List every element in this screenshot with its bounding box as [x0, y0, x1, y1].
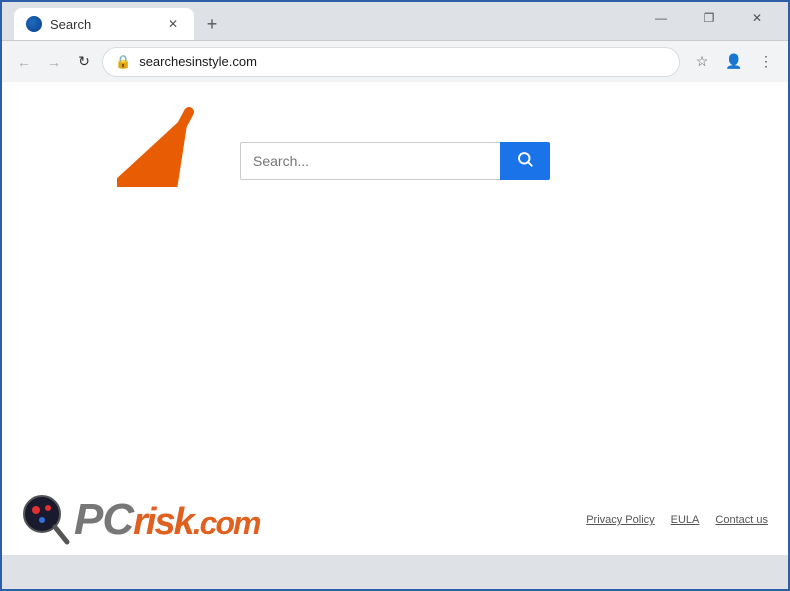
watermark-logo: PC risk .com	[22, 494, 259, 546]
bookmark-button[interactable]: ☆	[688, 48, 716, 76]
nav-buttons: ← → ↻	[10, 48, 98, 76]
footer-links: Privacy Policy EULA Contact us	[586, 514, 768, 526]
browser-content: PC risk .com Privacy Policy EULA Contact…	[2, 82, 788, 555]
search-input[interactable]	[240, 142, 500, 180]
browser-tab[interactable]: Search ✕	[14, 8, 194, 40]
address-input[interactable]	[139, 54, 667, 69]
minimize-button[interactable]: —	[638, 2, 684, 34]
menu-button[interactable]: ⋮	[752, 48, 780, 76]
tab-close-button[interactable]: ✕	[164, 15, 182, 33]
search-button[interactable]	[500, 142, 550, 180]
logo-dotcom-text: .com	[193, 505, 260, 542]
titlebar: Search ✕ + — ❐ ✕	[2, 2, 788, 40]
pcrisk-icon	[22, 494, 70, 546]
search-icon	[516, 150, 534, 173]
address-bar-icons: ☆ 👤 ⋮	[688, 48, 780, 76]
tab-favicon	[26, 16, 42, 32]
logo-risk-text: risk	[133, 501, 193, 544]
privacy-policy-link[interactable]: Privacy Policy	[586, 514, 654, 526]
search-container	[240, 142, 550, 180]
arrow-svg	[117, 97, 207, 187]
logo-pc-text: PC	[74, 495, 133, 545]
window-controls: — ❐ ✕	[638, 2, 780, 40]
close-button[interactable]: ✕	[734, 2, 780, 34]
address-bar: ← → ↻ 🔒 ☆ 👤 ⋮	[2, 40, 788, 82]
eula-link[interactable]: EULA	[671, 514, 700, 526]
lock-icon: 🔒	[115, 54, 131, 70]
profile-button[interactable]: 👤	[720, 48, 748, 76]
reload-button[interactable]: ↻	[70, 48, 98, 76]
forward-button[interactable]: →	[40, 48, 68, 76]
new-tab-button[interactable]: +	[198, 10, 226, 38]
tab-label: Search	[50, 17, 156, 32]
address-input-wrap[interactable]: 🔒	[102, 47, 680, 77]
maximize-button[interactable]: ❐	[686, 2, 732, 34]
contact-us-link[interactable]: Contact us	[715, 514, 768, 526]
back-button[interactable]: ←	[10, 48, 38, 76]
watermark-footer: PC risk .com Privacy Policy EULA Contact…	[2, 485, 788, 555]
